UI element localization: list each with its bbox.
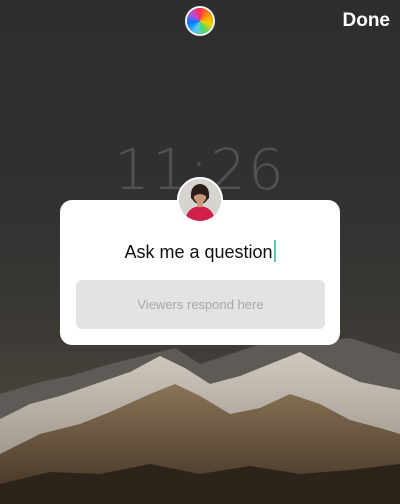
profile-avatar [177, 177, 223, 223]
mountain-range-image [0, 330, 400, 504]
text-caret [273, 240, 276, 262]
story-editor: 11:26 Done Ask me a question Viewers res… [0, 0, 400, 504]
done-button[interactable]: Done [343, 10, 391, 32]
profile-photo-icon [179, 179, 221, 221]
color-wheel-icon[interactable] [187, 8, 213, 34]
response-field[interactable]: Viewers respond here [76, 280, 325, 329]
question-prompt-text[interactable]: Ask me a question [60, 240, 340, 263]
question-prompt-label: Ask me a question [124, 242, 273, 262]
